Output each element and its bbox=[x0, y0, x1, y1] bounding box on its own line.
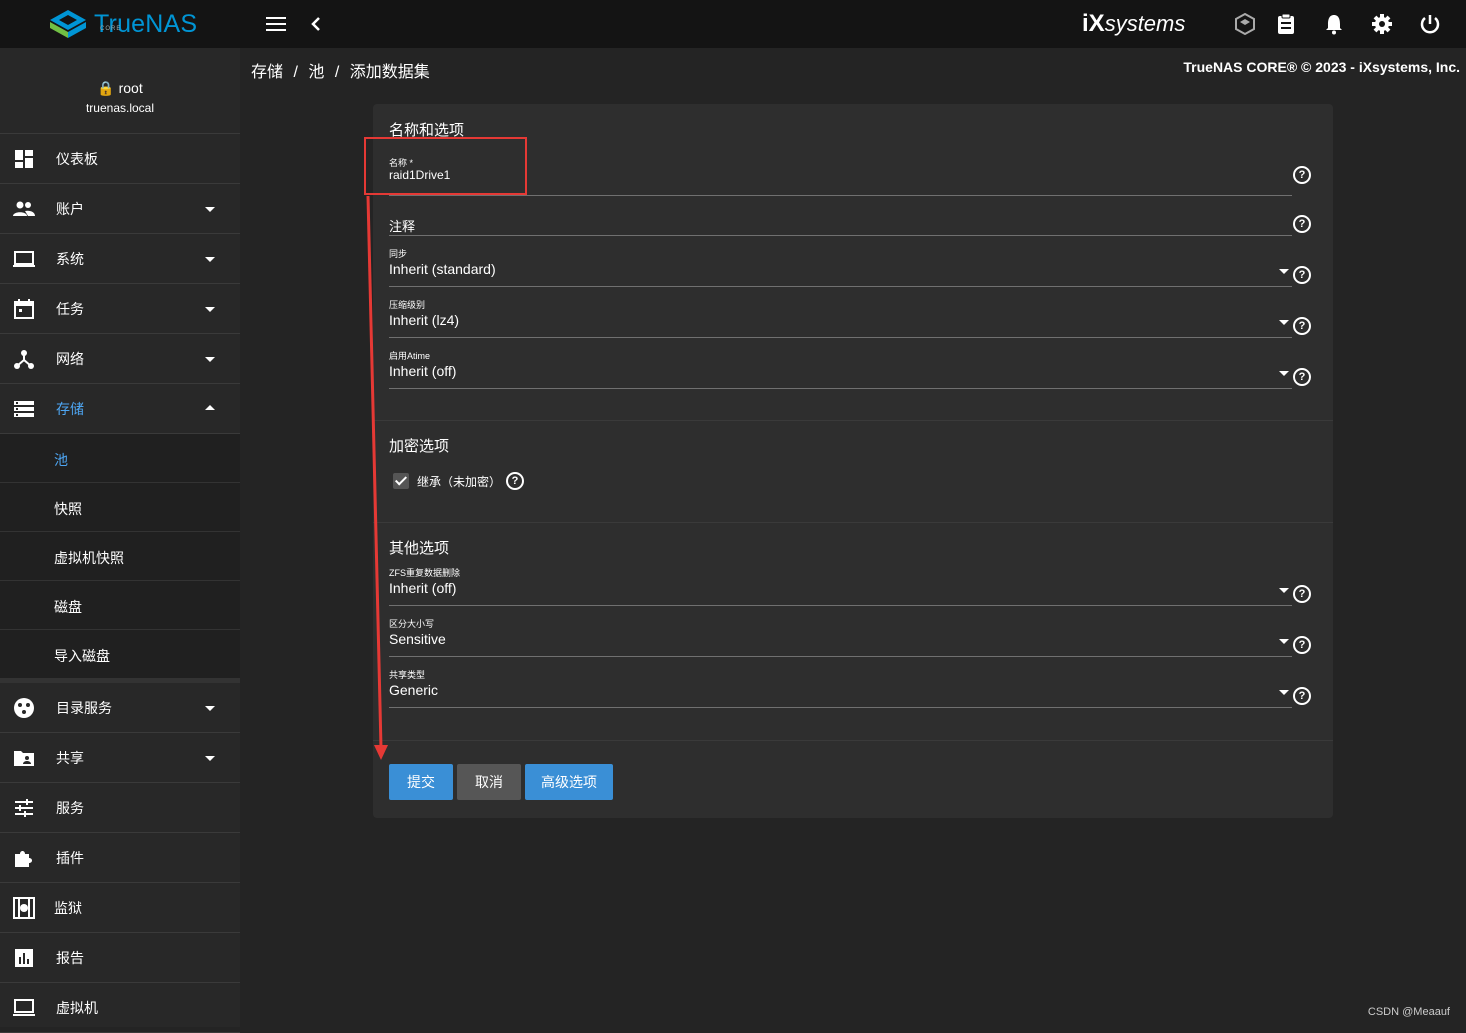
annotation-arrow bbox=[0, 0, 1466, 1027]
watermark: CSDN @Meaauf bbox=[1368, 1006, 1450, 1018]
